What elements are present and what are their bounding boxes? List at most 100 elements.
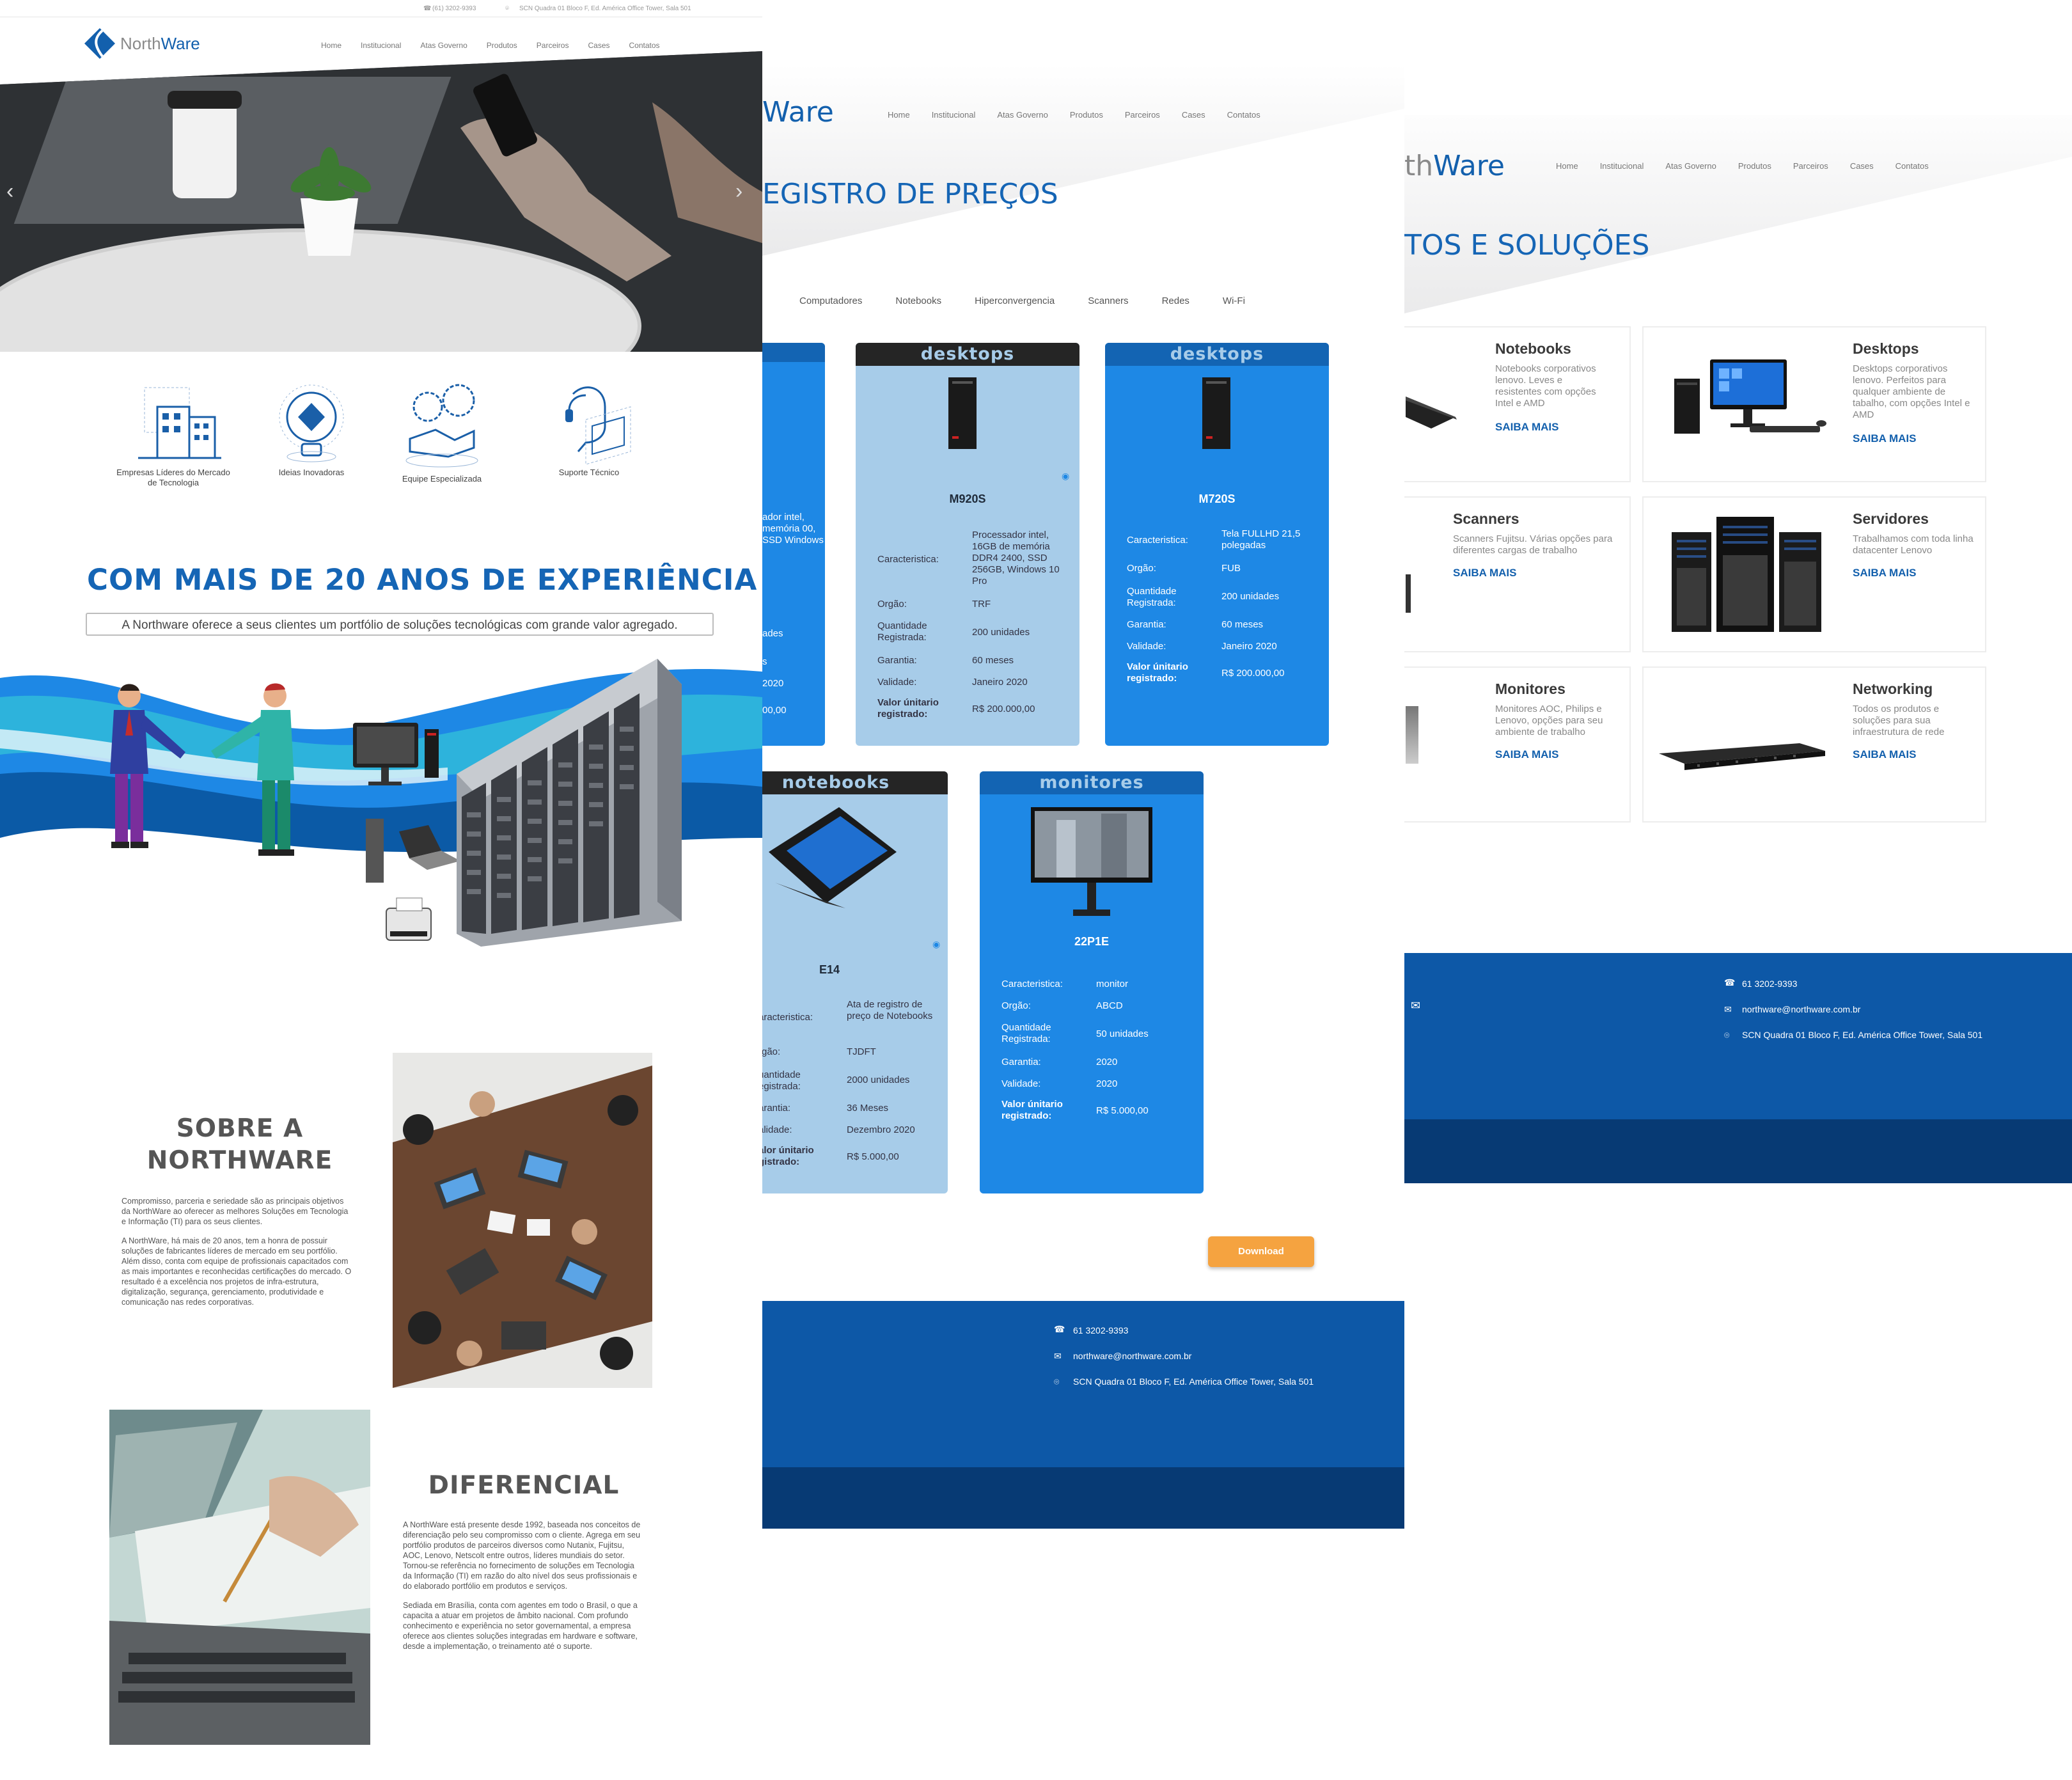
card-category: desktops: [856, 343, 1079, 366]
tile-desktops[interactable]: Desktops Desktops corporativos lenovo. P…: [1642, 326, 1986, 482]
location-icon: ⌾: [1724, 1030, 1730, 1040]
slider-next-icon[interactable]: ›: [735, 179, 742, 204]
label-quantidade: Quantidade Registrada:: [877, 620, 927, 643]
logo-partial[interactable]: thWare: [1404, 150, 1505, 182]
card-category: notebooks: [762, 771, 948, 794]
contact-topbar: ☎ (61) 3202-9393 ⌾ SCN Quadra 01 Bloco F…: [0, 0, 762, 17]
footer-bottom-bar: [762, 1467, 1404, 1529]
spec-quantidade: ades: [762, 628, 783, 639]
product-name: 22P1E: [1074, 935, 1110, 948]
filter-redes[interactable]: Redes: [1162, 295, 1189, 306]
nav-cases[interactable]: Cases: [1182, 110, 1205, 120]
nav-home[interactable]: Home: [1556, 161, 1578, 171]
tile-title: Desktops: [1853, 340, 1919, 357]
tile-notebooks[interactable]: Notebooks Notebooks corporativos lenovo.…: [1404, 326, 1631, 482]
footer-address: SCN Quadra 01 Bloco F, Ed. América Offic…: [1742, 1030, 1983, 1040]
filter-computadores[interactable]: Computadores: [799, 295, 862, 306]
experience-subtitle: A Northware oferece a seus clientes um p…: [86, 613, 714, 636]
nav-produtos[interactable]: Produtos: [1738, 161, 1771, 171]
nav-parceiros[interactable]: Parceiros: [537, 41, 569, 50]
nav-atas-governo[interactable]: Atas Governo: [997, 110, 1048, 120]
nav-home[interactable]: Home: [888, 110, 910, 120]
label-garantia: arantia:: [762, 1103, 791, 1114]
footer-address: SCN Quadra 01 Bloco F, Ed. América Offic…: [1073, 1376, 1314, 1387]
spec-caracteristica: Tela FULLHD 21,5 polegadas: [1221, 528, 1301, 551]
filter-scanners[interactable]: Scanners: [1088, 295, 1128, 306]
spec-garantia: 60 meses: [1221, 619, 1264, 630]
tower-small: [366, 819, 384, 883]
label-valor: Valor únitario registrado:: [1001, 1099, 1063, 1121]
nav-contatos[interactable]: Contatos: [1895, 161, 1929, 171]
label-garantia: Garantia:: [1127, 619, 1166, 630]
logo-partial[interactable]: Ware: [762, 96, 834, 129]
diferencial-paragraph-2: Sediada em Brasília, conta com agentes e…: [403, 1601, 638, 1651]
mail-icon: ✉: [1411, 999, 1421, 1012]
ata-card-22p1e[interactable]: monitores 22P1E Caracteristica: monitor …: [980, 771, 1204, 1193]
filter-notebooks[interactable]: Notebooks: [895, 295, 941, 306]
logo-text-north: North: [120, 33, 161, 53]
saiba-mais-link[interactable]: SAIBA MAIS: [1853, 432, 1917, 445]
filter-wifi[interactable]: Wi-Fi: [1223, 295, 1245, 306]
nav-cases[interactable]: Cases: [588, 41, 609, 50]
tile-scanners[interactable]: Scanners Scanners Fujitsu. Várias opções…: [1404, 496, 1631, 652]
saiba-mais-link[interactable]: SAIBA MAIS: [1495, 748, 1559, 761]
main-nav: Home Institucional Atas Governo Produtos…: [1556, 161, 1929, 171]
tile-desc: Monitores AOC, Philips e Lenovo, opções …: [1495, 704, 1603, 737]
ata-card-partial[interactable]: ador intel, memória 00, SSD Windows ades…: [762, 343, 825, 746]
nav-parceiros[interactable]: Parceiros: [1125, 110, 1160, 120]
tile-networking[interactable]: Networking Todos os produtos e soluções …: [1642, 666, 1986, 823]
support-headset-icon: [565, 386, 631, 465]
nav-atas-governo[interactable]: Atas Governo: [420, 41, 467, 50]
nav-institucional[interactable]: Institucional: [361, 41, 401, 50]
tile-title: Monitores: [1495, 681, 1566, 697]
ata-card-e14[interactable]: notebooks ◉ E14 aracteristica: Ata de re…: [762, 771, 948, 1193]
footer-phone[interactable]: 61 3202-9393: [1742, 979, 1797, 989]
ata-card-m720s[interactable]: desktops M720S Caracteristica: Tela FULL…: [1105, 343, 1329, 746]
monitor-image: [1406, 706, 1418, 764]
logo[interactable]: North Ware: [83, 27, 200, 60]
nav-contatos[interactable]: Contatos: [629, 41, 660, 50]
nav-contatos[interactable]: Contatos: [1227, 110, 1260, 120]
topbar-phone[interactable]: (61) 3202-9393: [432, 5, 476, 12]
download-button[interactable]: Download: [1208, 1236, 1314, 1267]
saiba-mais-link[interactable]: SAIBA MAIS: [1853, 748, 1917, 761]
nav-produtos[interactable]: Produtos: [1070, 110, 1103, 120]
slider-prev-icon[interactable]: ‹: [6, 179, 13, 204]
tile-monitores[interactable]: Monitores Monitores AOC, Philips e Lenov…: [1404, 666, 1631, 823]
label-garantia: Garantia:: [1001, 1057, 1041, 1067]
saiba-mais-link[interactable]: SAIBA MAIS: [1853, 567, 1917, 579]
nav-cases[interactable]: Cases: [1850, 161, 1874, 171]
spec-orgao: ABCD: [1096, 1000, 1123, 1011]
page-title: TOS E SOLUÇÕES: [1404, 229, 1650, 262]
footer-bottom-bar: [1404, 1119, 2072, 1183]
feature-empresas: Empresas Líderes do Mercado de Tecnologi…: [113, 381, 234, 488]
saiba-mais-link[interactable]: SAIBA MAIS: [1495, 421, 1559, 434]
tile-servidores[interactable]: Servidores Trabalhamos com toda linha da…: [1642, 496, 1986, 652]
product-name: M720S: [1198, 492, 1236, 505]
footer-phone[interactable]: 61 3202-9393: [1073, 1325, 1128, 1335]
footer-email[interactable]: northware@northware.com.br: [1073, 1351, 1191, 1361]
product-name: E14: [819, 963, 840, 976]
nav-parceiros[interactable]: Parceiros: [1793, 161, 1828, 171]
saiba-mais-link[interactable]: SAIBA MAIS: [1453, 567, 1517, 579]
spec-validade: 2020: [1096, 1078, 1118, 1089]
spec-quantidade: 2000 unidades: [847, 1075, 910, 1085]
spec-valor: R$ 5.000,00: [1096, 1105, 1149, 1116]
nav-institucional[interactable]: Institucional: [1600, 161, 1644, 171]
filter-hiperconvergencia[interactable]: Hiperconvergencia: [975, 295, 1055, 306]
header-backdrop: [1404, 115, 2072, 313]
spec-quantidade: 200 unidades: [1221, 591, 1280, 602]
nav-atas-governo[interactable]: Atas Governo: [1665, 161, 1716, 171]
nav-produtos[interactable]: Produtos: [487, 41, 517, 50]
spec-validade: 2020: [762, 678, 784, 689]
nav-home[interactable]: Home: [321, 41, 341, 50]
spec-caracteristica: Processador intel, 16GB de memória DDR4 …: [972, 530, 1060, 587]
nav-institucional[interactable]: Institucional: [932, 110, 976, 120]
label-caracteristica: Caracteristica:: [1127, 535, 1188, 546]
ata-card-m920s[interactable]: desktops ◉ M920S Caracteristica: Process…: [856, 343, 1079, 746]
feature-suporte: Suporte Técnico: [528, 381, 650, 477]
desktop-tower-image: [948, 377, 977, 449]
experience-title: COM MAIS DE 20 ANOS DE EXPERIÊNCIA: [87, 563, 758, 597]
label-orgao: Orgão:: [877, 599, 907, 610]
footer-email[interactable]: northware@northware.com.br: [1742, 1004, 1860, 1014]
